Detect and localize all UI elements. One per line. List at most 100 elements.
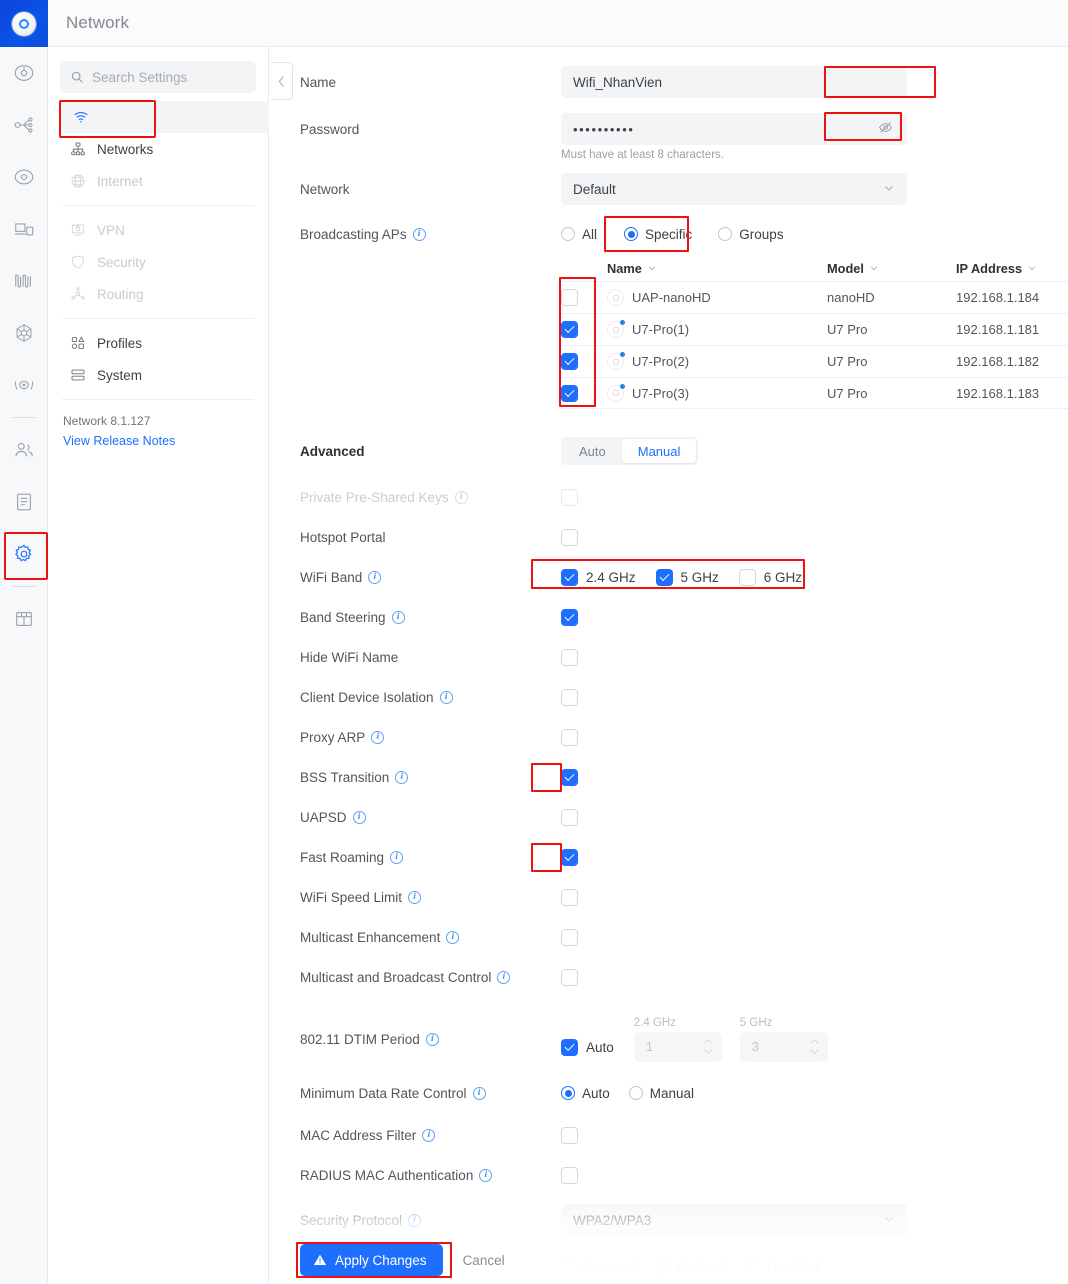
logs-icon[interactable]	[0, 476, 48, 528]
band-24ghz[interactable]: 2.4 GHz	[561, 568, 636, 586]
ap-name: UAP-nanoHD	[632, 290, 711, 305]
client-device-isolation-checkbox[interactable]	[561, 688, 578, 706]
info-icon[interactable]: i	[446, 930, 460, 944]
dtim-auto[interactable]: Auto	[561, 1038, 614, 1062]
table-col-name[interactable]: Name	[607, 261, 827, 276]
security-protocol-select[interactable]: WPA2/WPA3	[561, 1204, 907, 1236]
band-5ghz[interactable]: 5 GHz	[655, 568, 719, 586]
stepper-arrows-icon[interactable]	[809, 1038, 820, 1055]
info-icon[interactable]: i	[412, 227, 426, 241]
sidebar-item-profiles[interactable]: Profiles	[60, 327, 256, 359]
wifi-name-value: Wifi_NhanVien	[573, 74, 663, 90]
wifi-icon	[72, 109, 89, 125]
radio-aps-all[interactable]: All	[561, 227, 597, 242]
radius-mac-auth-checkbox[interactable]	[561, 1166, 578, 1184]
band-24ghz-checkbox[interactable]	[561, 568, 578, 586]
dtim-24ghz-stepper[interactable]: 1	[633, 1031, 722, 1062]
advanced-mode-toggle[interactable]: Auto Manual	[561, 437, 699, 465]
wifi-form: Name Wifi_NhanVien Password •••••••••• M…	[269, 47, 1068, 1284]
ap-name: U7-Pro(2)	[632, 354, 690, 369]
wifiman-icon[interactable]	[0, 359, 48, 411]
ubiquiti-logo-icon[interactable]	[0, 0, 48, 47]
users-icon[interactable]	[0, 424, 48, 476]
cancel-button[interactable]: Cancel	[451, 1244, 517, 1276]
wifi-name-input[interactable]: Wifi_NhanVien	[561, 66, 907, 98]
info-icon[interactable]: i	[479, 1168, 493, 1182]
table-row[interactable]: U7-Pro(2) U7 Pro 192.168.1.182	[561, 345, 1068, 377]
chevron-down-icon	[883, 1213, 895, 1228]
min-data-rate-manual[interactable]: Manual	[628, 1085, 695, 1101]
sidebar-item-system[interactable]: System	[60, 359, 256, 391]
broadcasting-aps-table: Name Model IP Address UAP-nanoHD nanoHD …	[561, 255, 1068, 409]
advanced-mode-auto[interactable]: Auto	[563, 439, 622, 463]
bss-transition-checkbox[interactable]	[561, 768, 578, 786]
dtim-auto-checkbox[interactable]	[561, 1038, 578, 1056]
search-settings-input[interactable]: Search Settings	[60, 61, 256, 93]
multicast-broadcast-control-checkbox[interactable]	[561, 968, 578, 986]
radio-label: Manual	[649, 1085, 695, 1101]
band-6ghz-checkbox[interactable]	[738, 568, 756, 586]
info-icon[interactable]: i	[408, 1213, 422, 1227]
ap-row-checkbox[interactable]	[561, 321, 578, 338]
applications-icon[interactable]	[0, 593, 48, 645]
apply-changes-button[interactable]: Apply Changes	[300, 1244, 443, 1276]
min-data-rate-auto[interactable]: Auto	[561, 1086, 610, 1101]
info-icon[interactable]: i	[408, 890, 422, 904]
sidebar-item-networks[interactable]: Networks	[60, 133, 256, 165]
uapsd-checkbox[interactable]	[561, 808, 578, 826]
topology-icon[interactable]	[0, 99, 48, 151]
info-icon[interactable]: i	[371, 730, 385, 744]
mac-address-filter-checkbox[interactable]	[561, 1126, 578, 1144]
stepper-arrows-icon[interactable]	[703, 1038, 714, 1055]
security-protocol-value: WPA2/WPA3	[573, 1212, 652, 1228]
fast-roaming-checkbox[interactable]	[561, 848, 578, 866]
info-icon[interactable]: i	[497, 970, 511, 984]
settings-gear-icon[interactable]	[0, 528, 48, 580]
info-icon[interactable]: i	[425, 1032, 439, 1046]
advanced-mode-manual[interactable]: Manual	[621, 439, 697, 463]
hide-wifi-name-checkbox[interactable]	[561, 648, 578, 666]
proxy-arp-checkbox[interactable]	[561, 728, 578, 746]
ap-row-checkbox[interactable]	[561, 353, 578, 370]
info-icon[interactable]: i	[472, 1086, 486, 1100]
sidebar-item-internet[interactable]: Internet	[60, 165, 256, 197]
dtim-5ghz-stepper[interactable]: 3	[739, 1031, 828, 1062]
client-devices-icon[interactable]	[0, 203, 48, 255]
multicast-enhancement-checkbox[interactable]	[561, 928, 578, 946]
insights-icon[interactable]	[0, 255, 48, 307]
table-row[interactable]: U7-Pro(3) U7 Pro 192.168.1.183	[561, 377, 1068, 409]
table-row[interactable]: UAP-nanoHD nanoHD 192.168.1.184	[561, 281, 1068, 313]
band-6ghz[interactable]: 6 GHz	[738, 568, 802, 586]
wifi-speed-limit-checkbox[interactable]	[561, 888, 578, 906]
table-row[interactable]: U7-Pro(1) U7 Pro 192.168.1.181	[561, 313, 1068, 345]
info-icon[interactable]: i	[391, 610, 405, 624]
band-5ghz-checkbox[interactable]	[655, 568, 673, 586]
release-notes-link[interactable]: View Release Notes	[63, 434, 256, 448]
ap-row-checkbox[interactable]	[561, 289, 578, 306]
private-psk-checkbox[interactable]	[561, 488, 578, 506]
info-icon[interactable]: i	[395, 770, 409, 784]
table-col-ip[interactable]: IP Address	[956, 261, 1068, 276]
sidebar-item-vpn[interactable]: VPN	[60, 214, 256, 246]
sidebar-item-routing[interactable]: Routing	[60, 278, 256, 310]
band-steering-checkbox[interactable]	[561, 608, 578, 626]
network-select[interactable]: Default	[561, 173, 907, 205]
table-col-model[interactable]: Model	[827, 261, 956, 276]
hotspot-portal-checkbox[interactable]	[561, 528, 578, 546]
sidebar-item-security[interactable]: Security	[60, 246, 256, 278]
devices-icon[interactable]	[0, 151, 48, 203]
info-icon[interactable]: i	[390, 850, 404, 864]
wifi-password-input[interactable]: ••••••••••	[561, 113, 907, 145]
info-icon[interactable]: i	[439, 690, 453, 704]
label-broadcasting-aps-text: Broadcasting APs	[300, 226, 407, 242]
dashboard-icon[interactable]	[0, 47, 48, 99]
mesh-icon[interactable]	[0, 307, 48, 359]
radio-aps-specific[interactable]: Specific	[624, 227, 692, 242]
info-icon[interactable]: i	[422, 1128, 436, 1142]
ap-row-checkbox[interactable]	[561, 384, 578, 402]
eye-off-icon[interactable]	[878, 120, 893, 138]
info-icon[interactable]: i	[368, 570, 382, 584]
info-icon[interactable]: i	[454, 490, 468, 504]
info-icon[interactable]: i	[352, 810, 366, 824]
radio-aps-groups[interactable]: Groups	[718, 227, 784, 242]
